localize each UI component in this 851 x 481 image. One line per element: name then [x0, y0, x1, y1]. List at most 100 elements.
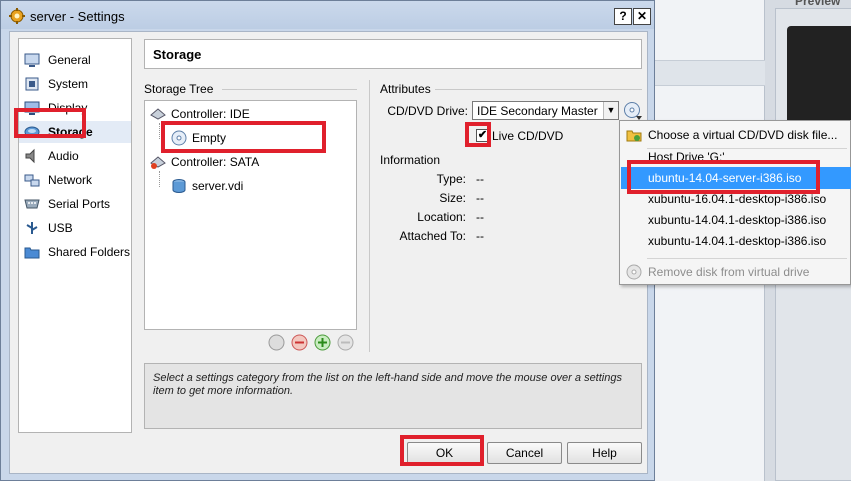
menu-item-iso-xubuntu-14-a[interactable]: xubuntu-14.04.1-desktop-i386.iso [621, 209, 851, 231]
menu-item-label: Remove disk from virtual drive [648, 265, 810, 279]
controller-ide-label: Controller: IDE [171, 107, 250, 121]
folder-icon [24, 247, 40, 259]
controller-sata[interactable]: Controller: SATA [150, 154, 259, 170]
menu-item-label: xubuntu-14.04.1-desktop-i386.iso [648, 234, 827, 248]
divider [435, 89, 642, 90]
storage-disk-icon [24, 126, 40, 138]
chevron-down-icon: ▼ [603, 102, 618, 119]
window-title: server - Settings [30, 9, 125, 24]
menu-item-label: Host Drive 'G:' [648, 150, 725, 164]
settings-dialog: server - Settings ? ✕ General System Dis… [0, 0, 655, 481]
cd-icon [171, 130, 187, 146]
attached-to-value: -- [476, 229, 484, 243]
type-value: -- [476, 172, 484, 186]
category-label: USB [48, 221, 73, 235]
choose-disk-icon[interactable] [623, 101, 643, 121]
category-label: System [48, 77, 89, 91]
category-label: General [48, 53, 91, 67]
folder-choose-icon [626, 130, 642, 142]
category-label: Shared Folders [48, 245, 131, 259]
category-serial-ports[interactable]: Serial Ports [19, 193, 131, 215]
menu-item-iso-xubuntu-14-b[interactable]: xubuntu-14.04.1-desktop-i386.iso [621, 230, 851, 252]
category-label: Display [48, 101, 88, 115]
location-value: -- [476, 210, 484, 224]
tree-toolbar [268, 334, 354, 351]
category-display[interactable]: Display [19, 97, 131, 119]
drive-select-value: IDE Secondary Master [477, 104, 598, 118]
category-audio[interactable]: Audio [19, 145, 131, 167]
cancel-button[interactable]: Cancel [487, 442, 562, 464]
category-system[interactable]: System [19, 73, 131, 95]
storage-tree-title: Storage Tree [144, 82, 214, 96]
title-bar[interactable]: server - Settings ? ✕ [1, 1, 654, 29]
ide-disk-label: Empty [192, 131, 227, 145]
ok-button[interactable]: OK [407, 442, 482, 464]
controller-sata-label: Controller: SATA [171, 155, 260, 169]
live-cd-label: Live CD/DVD [492, 129, 564, 143]
remove-disk-icon [626, 264, 642, 280]
menu-item-iso-xubuntu-16[interactable]: xubuntu-16.04.1-desktop-i386.iso [621, 188, 851, 210]
information-title: Information [380, 153, 441, 167]
menu-item-label: xubuntu-16.04.1-desktop-i386.iso [648, 192, 827, 206]
menu-item-label: ubuntu-14.04-server-i386.iso [648, 171, 802, 185]
menu-item-host-drive[interactable]: Host Drive 'G:' [621, 146, 851, 168]
gear-icon [9, 8, 25, 24]
preview-label: Preview [795, 0, 841, 8]
attributes-title: Attributes [380, 82, 431, 96]
monitor-icon [24, 53, 40, 67]
sata-disk[interactable]: server.vdi [171, 178, 243, 194]
add-attachment-icon[interactable] [314, 334, 331, 351]
chip-icon [25, 77, 39, 91]
ide-controller-icon [150, 108, 166, 120]
sata-disk-label: server.vdi [192, 179, 244, 193]
category-network[interactable]: Network [19, 169, 131, 191]
panel-divider [369, 80, 370, 352]
menu-item-iso-ubuntu-server[interactable]: ubuntu-14.04-server-i386.iso [621, 167, 851, 189]
cd-dvd-drive-label: CD/DVD Drive: [387, 104, 468, 118]
description-text: Select a settings category from the list… [144, 363, 642, 429]
menu-item-choose-disk[interactable]: Choose a virtual CD/DVD disk file... [621, 124, 851, 146]
category-label: Audio [48, 149, 79, 163]
tree-connector [159, 123, 160, 139]
category-storage[interactable]: Storage [19, 121, 131, 143]
category-list: General System Display Storage Audio Net… [18, 38, 132, 433]
category-label: Network [48, 173, 93, 187]
close-button[interactable]: ✕ [633, 8, 651, 25]
background-list-row [655, 60, 765, 86]
disk-menu: Choose a virtual CD/DVD disk file... Hos… [619, 120, 851, 285]
help-title-button[interactable]: ? [614, 8, 632, 25]
location-label: Location: [417, 210, 466, 224]
help-button[interactable]: Help [567, 442, 642, 464]
category-label: Serial Ports [48, 197, 111, 211]
menu-item-label: xubuntu-14.04.1-desktop-i386.iso [648, 213, 827, 227]
page-title: Storage [144, 39, 642, 69]
remove-controller-icon[interactable] [291, 334, 308, 351]
attached-to-label: Attached To: [399, 229, 467, 243]
network-icon [24, 174, 40, 187]
hard-disk-icon [172, 179, 186, 193]
storage-tree[interactable]: Controller: IDE Empty Controller: SATA s… [144, 100, 357, 330]
menu-separator [647, 258, 847, 259]
remove-attachment-icon[interactable] [337, 334, 354, 351]
cd-dvd-drive-select[interactable]: IDE Secondary Master ▼ [472, 101, 619, 120]
category-usb[interactable]: USB [19, 217, 131, 239]
add-controller-icon[interactable] [268, 334, 285, 351]
size-value: -- [476, 191, 484, 205]
type-label: Type: [436, 172, 466, 186]
live-cd-checkbox[interactable]: ✔ [476, 129, 489, 142]
category-general[interactable]: General [19, 49, 131, 71]
sata-controller-icon [150, 156, 166, 169]
menu-item-label: Choose a virtual CD/DVD disk file... [648, 128, 838, 142]
usb-icon [26, 222, 38, 234]
menu-item-remove-disk[interactable]: Remove disk from virtual drive [621, 261, 851, 283]
speaker-icon [25, 148, 35, 164]
serial-port-icon [24, 199, 40, 209]
display-icon [24, 101, 40, 115]
divider [222, 89, 357, 90]
category-shared-folders[interactable]: Shared Folders [19, 241, 131, 263]
controller-ide[interactable]: Controller: IDE [150, 106, 250, 122]
ide-disk-empty[interactable]: Empty [171, 130, 226, 146]
category-label: Storage [48, 125, 93, 139]
size-label: Size: [439, 191, 466, 205]
tree-connector [159, 171, 160, 187]
